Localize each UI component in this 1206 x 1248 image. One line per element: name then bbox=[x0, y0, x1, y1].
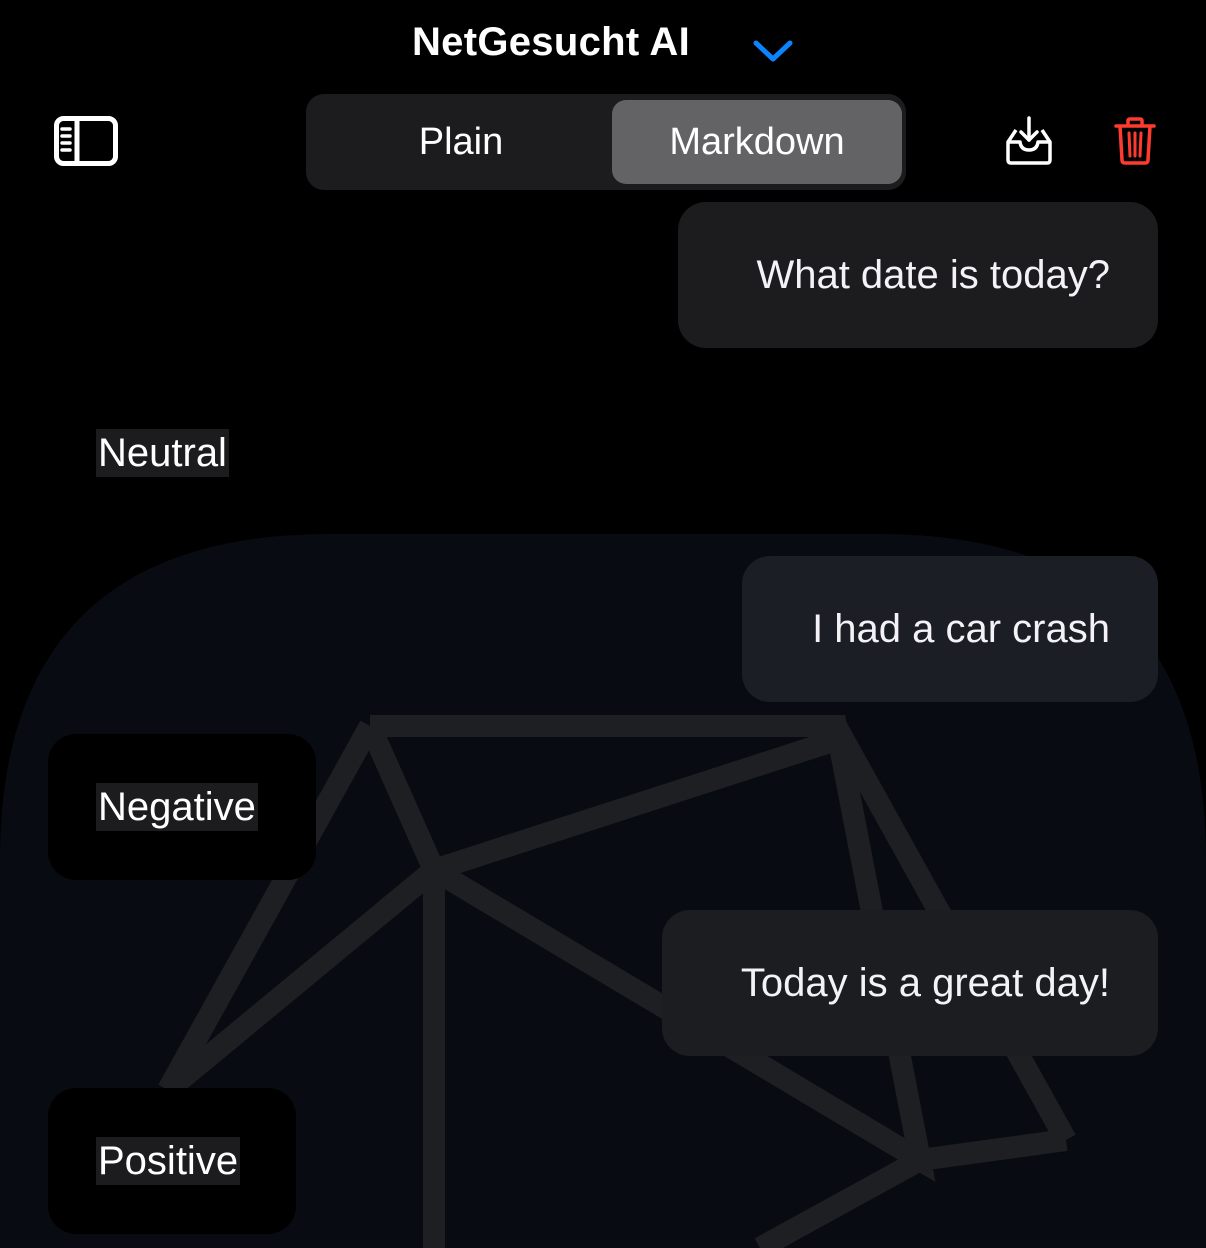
message-text: Positive bbox=[96, 1137, 241, 1185]
message-text: What date is today? bbox=[756, 252, 1110, 297]
title-bar: NetGesucht AI bbox=[0, 18, 1206, 74]
user-message-bubble[interactable]: What date is today? bbox=[678, 202, 1158, 348]
message-text: Neutral bbox=[96, 429, 229, 477]
inbox-download-icon[interactable] bbox=[1002, 116, 1056, 166]
message-text: I had a car crash bbox=[812, 606, 1110, 651]
message-text: Negative bbox=[96, 783, 258, 831]
app-title[interactable]: NetGesucht AI bbox=[412, 20, 690, 65]
chevron-down-icon[interactable] bbox=[752, 38, 794, 64]
trash-icon[interactable] bbox=[1114, 116, 1156, 166]
assistant-message[interactable]: Negative bbox=[48, 734, 316, 880]
user-message-bubble[interactable]: Today is a great day! bbox=[662, 910, 1158, 1056]
assistant-message[interactable]: Neutral bbox=[48, 380, 277, 526]
format-segmented-control: Plain Markdown bbox=[306, 94, 906, 190]
sidebar-toggle-icon[interactable] bbox=[54, 116, 118, 166]
segment-markdown[interactable]: Markdown bbox=[612, 100, 902, 184]
message-text: Today is a great day! bbox=[740, 960, 1110, 1005]
segment-plain[interactable]: Plain bbox=[312, 100, 610, 184]
user-message-bubble[interactable]: I had a car crash bbox=[742, 556, 1158, 702]
assistant-message[interactable]: Positive bbox=[48, 1088, 296, 1234]
